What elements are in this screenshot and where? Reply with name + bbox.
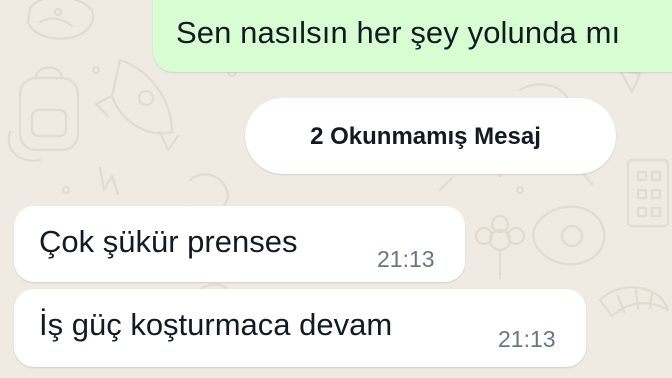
message-text: Sen nasılsın her şey yolunda mı [176, 15, 621, 50]
croissant-icon [598, 286, 670, 318]
unread-label: 2 Okunmamış Mesaj [310, 123, 541, 150]
unread-messages-banner: 2 Okunmamış Mesaj [245, 98, 616, 174]
taco-icon [26, 0, 95, 40]
building-icon [626, 158, 670, 228]
rocket-icon [94, 58, 180, 152]
fried-egg-icon [532, 205, 606, 266]
message-text: Çok şükür prenses [39, 224, 298, 259]
flower-icon [474, 214, 526, 280]
message-text: İş güç koşturmaca devam [39, 307, 393, 342]
message-timestamp: 21:13 [498, 326, 556, 352]
backpack-icon [7, 66, 80, 162]
outgoing-message[interactable]: Sen nasılsın her şey yolunda mı [153, 0, 672, 72]
message-timestamp: 21:13 [377, 246, 435, 272]
incoming-message[interactable]: İş güç koşturmaca devam 21:13 [14, 289, 586, 367]
incoming-message[interactable]: Çok şükür prenses 21:13 [14, 206, 465, 282]
